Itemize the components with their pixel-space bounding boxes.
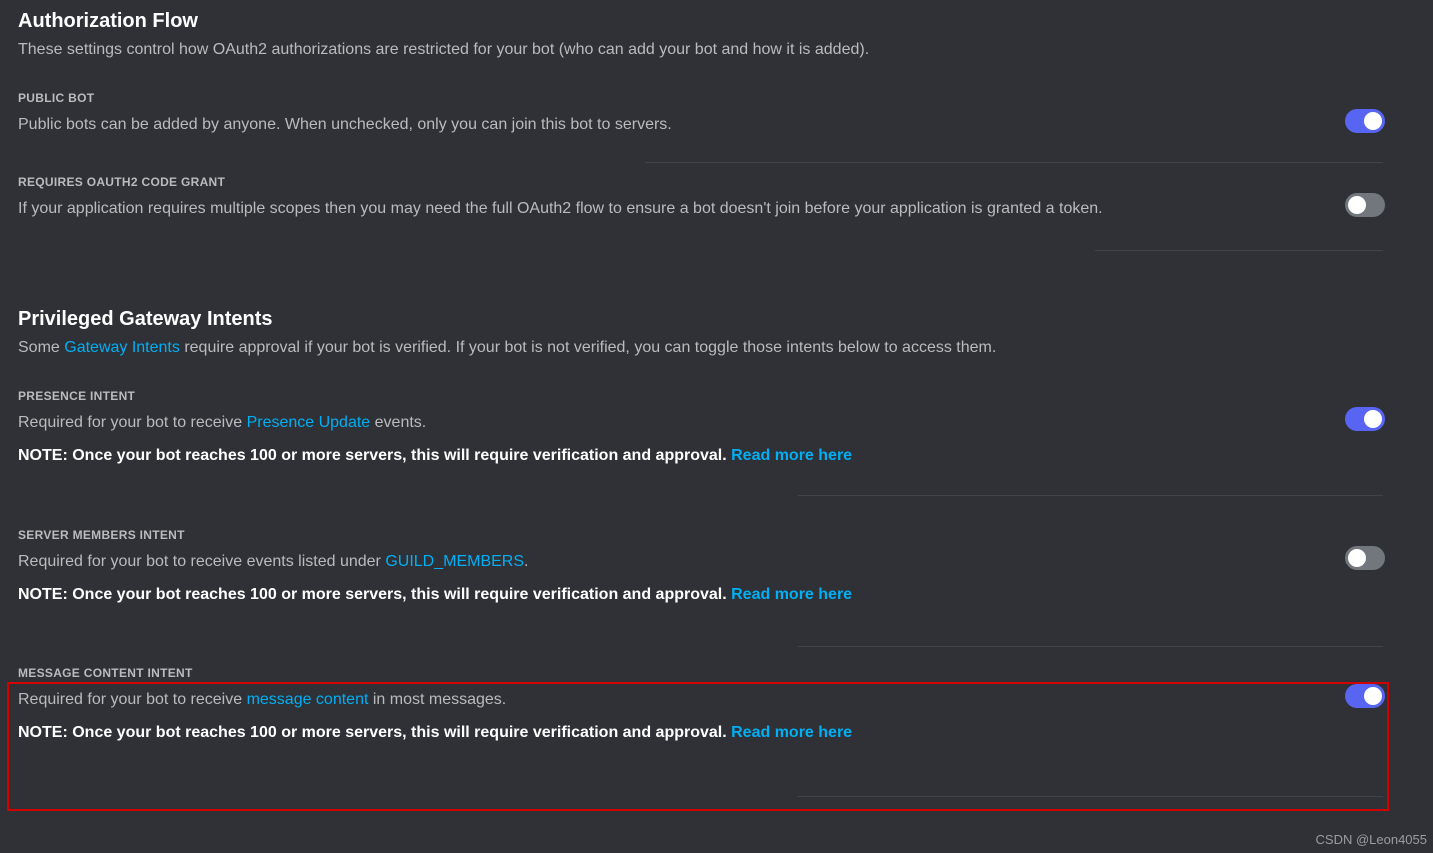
code-grant-label: REQUIRES OAUTH2 CODE GRANT	[18, 175, 1335, 189]
public-bot-option: PUBLIC BOT Public bots can be added by a…	[18, 91, 1415, 136]
message-content-link[interactable]: message content	[247, 691, 369, 708]
code-grant-desc: If your application requires multiple sc…	[18, 197, 1335, 220]
note-text: NOTE: Once your bot reaches 100 or more …	[18, 447, 731, 464]
auth-flow-title: Authorization Flow	[18, 10, 1415, 33]
message-note: NOTE: Once your bot reaches 100 or more …	[18, 721, 1335, 744]
guild-members-link[interactable]: GUILD_MEMBERS	[385, 553, 524, 570]
members-note: NOTE: Once your bot reaches 100 or more …	[18, 583, 1335, 606]
note-text: NOTE: Once your bot reaches 100 or more …	[18, 586, 731, 603]
gateway-intents-link[interactable]: Gateway Intents	[64, 339, 180, 356]
divider	[798, 495, 1383, 496]
read-more-link[interactable]: Read more here	[731, 447, 852, 464]
divider	[798, 646, 1383, 647]
public-bot-desc: Public bots can be added by anyone. When…	[18, 113, 1335, 136]
intents-title: Privileged Gateway Intents	[18, 308, 1415, 331]
note-text: NOTE: Once your bot reaches 100 or more …	[18, 724, 731, 741]
read-more-link[interactable]: Read more here	[731, 586, 852, 603]
message-intent-desc: Required for your bot to receive message…	[18, 688, 1335, 711]
code-grant-option: REQUIRES OAUTH2 CODE GRANT If your appli…	[18, 175, 1415, 220]
members-intent-option: SERVER MEMBERS INTENT Required for your …	[18, 528, 1415, 606]
members-intent-label: SERVER MEMBERS INTENT	[18, 528, 1335, 542]
message-intent-option: MESSAGE CONTENT INTENT Required for your…	[18, 666, 1415, 744]
presence-update-link[interactable]: Presence Update	[247, 414, 371, 431]
members-intent-toggle[interactable]	[1345, 546, 1385, 570]
message-desc-prefix: Required for your bot to receive	[18, 691, 247, 708]
divider	[645, 162, 1383, 163]
presence-intent-toggle[interactable]	[1345, 407, 1385, 431]
presence-desc-suffix: events.	[370, 414, 426, 431]
presence-intent-option: PRESENCE INTENT Required for your bot to…	[18, 389, 1415, 467]
presence-intent-desc: Required for your bot to receive Presenc…	[18, 411, 1335, 434]
members-desc-suffix: .	[524, 553, 528, 570]
intents-desc-suffix: require approval if your bot is verified…	[180, 339, 996, 356]
public-bot-label: PUBLIC BOT	[18, 91, 1335, 105]
members-intent-desc: Required for your bot to receive events …	[18, 550, 1335, 573]
divider	[1095, 250, 1383, 251]
watermark: CSDN @Leon4055	[1316, 832, 1427, 847]
intents-desc: Some Gateway Intents require approval if…	[18, 337, 1415, 359]
presence-desc-prefix: Required for your bot to receive	[18, 414, 247, 431]
message-intent-label: MESSAGE CONTENT INTENT	[18, 666, 1335, 680]
message-desc-suffix: in most messages.	[368, 691, 506, 708]
divider	[798, 796, 1383, 797]
read-more-link[interactable]: Read more here	[731, 724, 852, 741]
presence-note: NOTE: Once your bot reaches 100 or more …	[18, 444, 1335, 467]
public-bot-toggle[interactable]	[1345, 109, 1385, 133]
presence-intent-label: PRESENCE INTENT	[18, 389, 1335, 403]
intents-desc-prefix: Some	[18, 339, 64, 356]
message-intent-toggle[interactable]	[1345, 684, 1385, 708]
members-desc-prefix: Required for your bot to receive events …	[18, 553, 385, 570]
code-grant-toggle[interactable]	[1345, 193, 1385, 217]
auth-flow-desc: These settings control how OAuth2 author…	[18, 39, 1415, 61]
